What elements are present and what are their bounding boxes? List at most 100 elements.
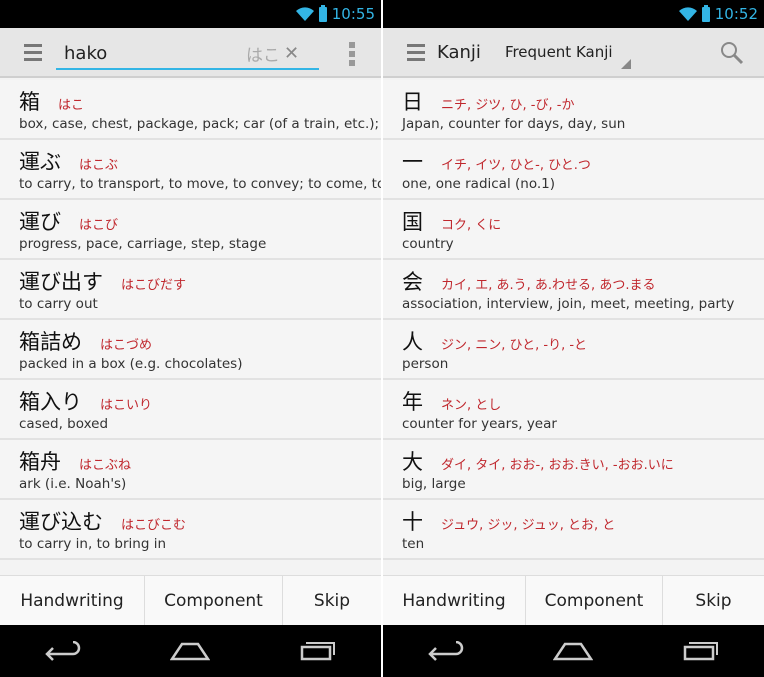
clock: 10:55 [331, 5, 375, 23]
entry-word: 運び [19, 210, 61, 234]
entry-word: 運び出す [19, 270, 103, 294]
battery-icon [701, 4, 710, 22]
entry-word: 会 [402, 270, 423, 294]
entry-word: 大 [402, 450, 423, 474]
entry-reading: はこぶね [79, 458, 132, 473]
list-item[interactable]: 日 ニチ, ジツ, ひ, -び, -か Japan, counter for day… [383, 80, 764, 140]
entry-reading: ネン, とし [441, 398, 502, 413]
menu-icon[interactable] [24, 43, 42, 61]
phone-right-kanji-list: 10:52 Kanji Frequent Kanji 日 ニチ, ジツ, ひ, -… [383, 0, 764, 677]
component-button[interactable]: Component [526, 576, 663, 625]
list-item[interactable]: 国 コク, くに country [383, 200, 764, 260]
list-item[interactable]: 箱詰め はこづめ packed in a box (e.g. chocolates) [0, 320, 381, 380]
list-item[interactable]: 運ぶ はこぶ to carry, to transport, to move, to… [0, 140, 381, 200]
entry-reading: ジュウ, ジッ, ジュッ, とお, と [441, 518, 616, 533]
action-bar: Kanji Frequent Kanji [383, 28, 764, 78]
entry-reading: カイ, エ, あ.う, あ.わせる, あつ.まる [441, 278, 656, 293]
entry-meaning: cased, boxed [19, 416, 109, 432]
entry-meaning: packed in a box (e.g. chocolates) [19, 356, 243, 372]
list-item[interactable]: 運び込む はこびこむ to carry in, to bring in [0, 500, 381, 560]
entry-meaning: one, one radical (no.1) [402, 176, 555, 192]
entry-reading: イチ, イツ, ひと-, ひと.つ [441, 158, 591, 173]
list-item[interactable]: 運び出す はこびだす to carry out [0, 260, 381, 320]
component-button[interactable]: Component [145, 576, 283, 625]
entry-meaning: Japan, counter for days, day, sun [402, 116, 626, 132]
back-icon[interactable] [428, 641, 464, 661]
clock: 10:52 [714, 5, 758, 23]
entry-meaning: country [402, 236, 454, 252]
phone-left-word-search: 10:55 はこ ✕ 箱 はこ box, case, chest, package,… [0, 0, 381, 677]
handwriting-button[interactable]: Handwriting [0, 576, 145, 625]
entry-meaning: to carry out [19, 296, 98, 312]
entry-reading: はこび [79, 218, 119, 233]
entry-reading: はこ [58, 98, 85, 113]
list-item[interactable]: 箱舟 はこぶね ark (i.e. Noah's) [0, 440, 381, 500]
search-icon[interactable] [720, 41, 744, 65]
results-list[interactable]: 箱 はこ box, case, chest, package, pack; car … [0, 80, 381, 560]
list-item[interactable]: 大 ダイ, タイ, おお-, おお.きい, -おお.いに big, large [383, 440, 764, 500]
entry-reading: ニチ, ジツ, ひ, -び, -か [441, 98, 575, 113]
skip-button[interactable]: Skip [663, 576, 764, 625]
entry-reading: はこびこむ [121, 518, 187, 533]
entry-word: 箱 [19, 90, 40, 114]
list-item[interactable]: 運び はこび progress, pace, carriage, step, sta… [0, 200, 381, 260]
list-item[interactable]: 十 ジュウ, ジッ, ジュッ, とお, と ten [383, 500, 764, 560]
entry-reading: ダイ, タイ, おお-, おお.きい, -おお.いに [441, 458, 674, 473]
entry-meaning: progress, pace, carriage, step, stage [19, 236, 267, 252]
clear-icon[interactable]: ✕ [284, 43, 299, 64]
overflow-menu-icon[interactable] [349, 42, 355, 66]
skip-button[interactable]: Skip [283, 576, 381, 625]
search-field[interactable]: はこ ✕ [56, 38, 319, 70]
entry-reading: ジン, ニン, ひと, -り, -と [441, 338, 588, 353]
entry-meaning: box, case, chest, package, pack; car (of… [19, 116, 380, 132]
wifi-icon [678, 7, 697, 21]
list-item[interactable]: 人 ジン, ニン, ひと, -り, -と person [383, 320, 764, 380]
kanji-list-spinner[interactable]: Frequent Kanji [505, 27, 633, 77]
screen-title: Kanji [437, 41, 481, 63]
list-item[interactable]: 年 ネン, とし counter for years, year [383, 380, 764, 440]
entry-reading: はこぶ [79, 158, 119, 173]
recents-icon[interactable] [683, 641, 719, 661]
handwriting-button[interactable]: Handwriting [383, 576, 526, 625]
entry-word: 人 [402, 330, 423, 354]
entry-reading: コク, くに [441, 218, 502, 233]
recents-icon[interactable] [300, 641, 336, 661]
kanji-list[interactable]: 日 ニチ, ジツ, ひ, -び, -か Japan, counter for day… [383, 80, 764, 560]
nav-bar [0, 625, 381, 677]
entry-meaning: association, interview, join, meet, meet… [402, 296, 735, 312]
home-icon[interactable] [170, 641, 211, 661]
bottom-bar: Handwriting Component Skip [0, 575, 381, 625]
entry-word: 箱入り [19, 390, 82, 414]
entry-word: 運ぶ [19, 150, 61, 174]
back-icon[interactable] [45, 641, 81, 661]
entry-reading: はこびだす [121, 278, 187, 293]
entry-word: 箱舟 [19, 450, 61, 474]
entry-word: 一 [402, 150, 423, 174]
entry-meaning: ark (i.e. Noah's) [19, 476, 127, 492]
battery-icon [318, 4, 327, 22]
list-item[interactable]: 箱入り はこいり cased, boxed [0, 380, 381, 440]
entry-meaning: counter for years, year [402, 416, 557, 432]
list-item[interactable]: 会 カイ, エ, あ.う, あ.わせる, あつ.まる association, in… [383, 260, 764, 320]
action-bar: はこ ✕ [0, 28, 381, 78]
entry-meaning: person [402, 356, 449, 372]
home-icon[interactable] [553, 641, 594, 661]
entry-meaning: big, large [402, 476, 466, 492]
list-item[interactable]: 箱 はこ box, case, chest, package, pack; car … [0, 80, 381, 140]
entry-word: 箱詰め [19, 330, 82, 354]
nav-bar [383, 625, 764, 677]
entry-word: 年 [402, 390, 423, 414]
entry-reading: はこづめ [100, 338, 153, 353]
search-input[interactable] [56, 42, 236, 64]
bottom-bar: Handwriting Component Skip [383, 575, 764, 625]
entry-reading: はこいり [100, 398, 153, 413]
entry-meaning: ten [402, 536, 425, 552]
list-item[interactable]: 一 イチ, イツ, ひと-, ひと.つ one, one radical (no.1… [383, 140, 764, 200]
entry-word: 運び込む [19, 510, 103, 534]
entry-meaning: to carry in, to bring in [19, 536, 167, 552]
status-bar: 10:55 [0, 0, 381, 28]
menu-icon[interactable] [407, 43, 425, 61]
entry-word: 十 [402, 510, 423, 534]
kana-conversion: はこ [246, 45, 280, 66]
entry-word: 国 [402, 210, 423, 234]
